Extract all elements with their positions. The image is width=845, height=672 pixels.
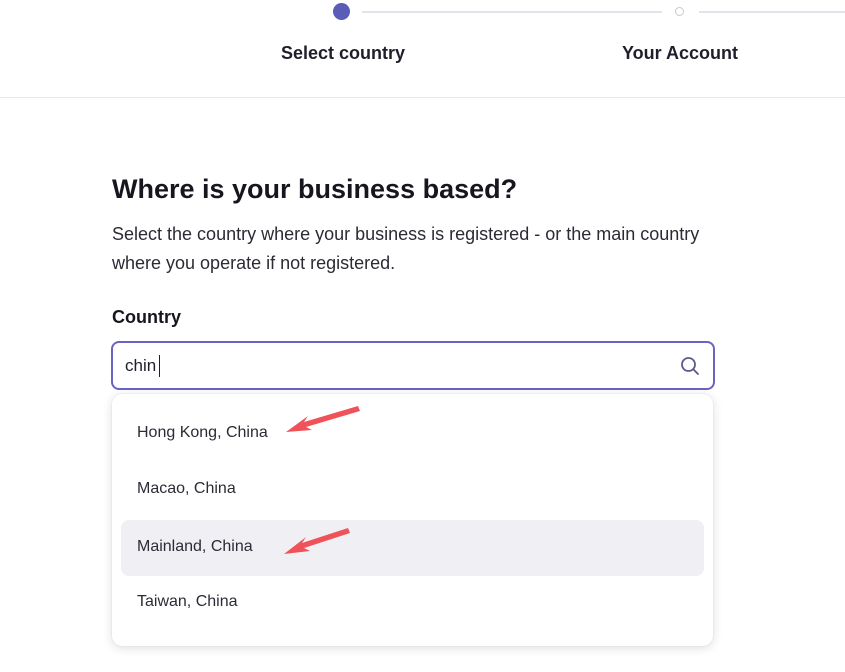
- stepper-connector: [362, 11, 662, 13]
- dropdown-option-taiwan[interactable]: Taiwan, China: [121, 575, 704, 631]
- option-label: Hong Kong, China: [137, 424, 268, 441]
- page-title: Where is your business based?: [112, 174, 518, 204]
- step-your-account: Your Account: [622, 43, 738, 63]
- stepper-connector: [699, 11, 845, 13]
- option-label: Mainland, China: [137, 538, 253, 555]
- step-indicator-active: [333, 3, 350, 20]
- country-search-field[interactable]: [111, 341, 715, 390]
- page-description: Select the country where your business i…: [112, 224, 700, 273]
- option-label: Macao, China: [137, 480, 236, 497]
- search-icon[interactable]: [679, 355, 701, 377]
- step-indicator-inactive: [675, 7, 684, 16]
- text-cursor: [159, 355, 160, 377]
- page: Select country Your Account Where is you…: [0, 0, 845, 672]
- dropdown-option-mainland[interactable]: Mainland, China: [121, 520, 704, 576]
- country-dropdown: Hong Kong, China Macao, China Mainland, …: [112, 394, 713, 646]
- country-field-label: Country: [112, 307, 181, 327]
- dropdown-option-hong-kong[interactable]: Hong Kong, China: [121, 406, 704, 462]
- country-search-input[interactable]: [125, 343, 665, 388]
- dropdown-option-macao[interactable]: Macao, China: [121, 462, 704, 518]
- stepper: Select country Your Account: [0, 0, 845, 98]
- step-select-country: Select country: [281, 43, 406, 63]
- option-label: Taiwan, China: [137, 593, 238, 610]
